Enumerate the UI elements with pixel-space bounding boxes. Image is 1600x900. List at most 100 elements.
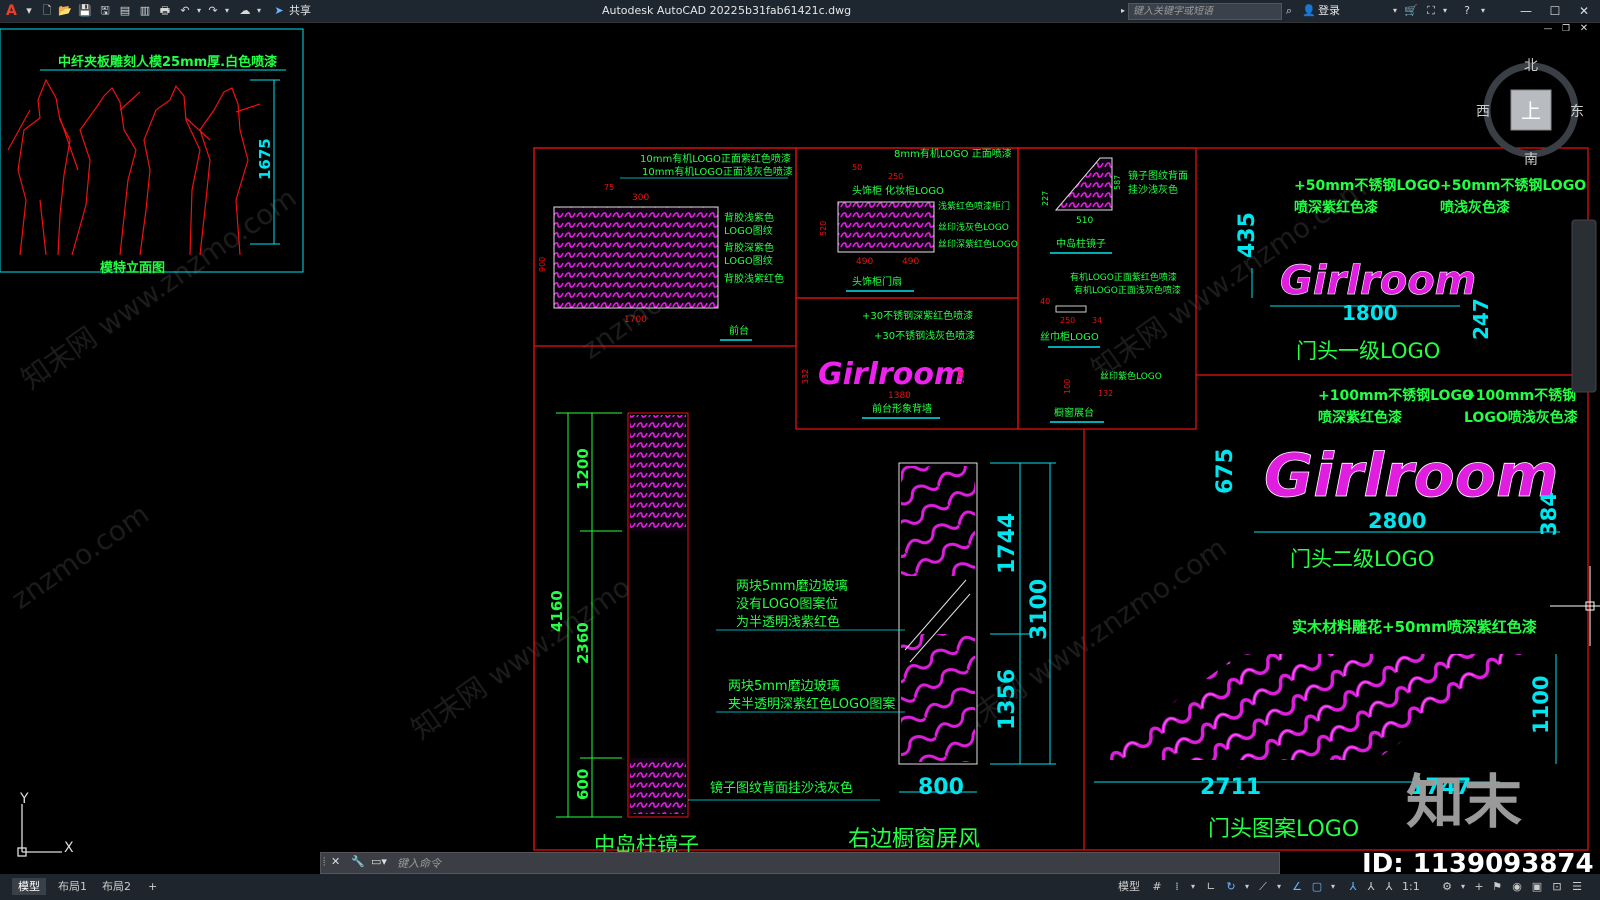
autodesk-app-icon[interactable]: ⛶ [1424,4,1438,18]
status-bar: 模型 布局1 布局2 + 模型 # ⁞ ▾ ∟ ↻ ▾ ⟋ ▾ ∠ ▢ ▾ ⅄ … [0,874,1600,900]
grip-icon[interactable]: ⦙ [323,855,325,869]
polar-icon[interactable]: ↻ [1224,880,1238,894]
help-dropdown-icon[interactable]: ▾ [1476,4,1490,18]
auto-scale-icon[interactable]: ⅄ [1364,880,1378,894]
viewcube-face-label: 上 [1521,99,1541,123]
compass-east[interactable]: 东 [1570,104,1584,120]
compass-north[interactable]: 北 [1524,58,1538,74]
object-snap-icon[interactable]: ▢ [1310,880,1324,894]
save-web-icon[interactable]: ▥ [138,4,152,18]
view-title: 前台形象背墙 [872,402,932,415]
maximize-icon[interactable]: ☐ [1545,0,1565,22]
dimension-text: 50 [852,163,862,172]
cart-icon[interactable]: 🛒 [1404,4,1418,18]
command-input[interactable]: 键入命令 [397,855,441,871]
isolate-objects-icon[interactable]: ◉ [1510,880,1524,894]
share-icon[interactable]: ➤ [272,4,286,18]
note-text: 挂沙浅灰色 [1128,183,1178,196]
model-space-button[interactable]: 模型 [1112,878,1146,895]
dimension-text: 1200 [574,448,592,490]
login-button[interactable]: 登录 [1318,0,1340,22]
open-file-icon[interactable]: 📂 [58,4,72,18]
note-text: 丝印紫色LOGO [1100,370,1162,382]
drawing-minimize-icon[interactable]: — [1538,22,1558,36]
workspace-dropdown-icon[interactable]: ▾ [1456,880,1470,894]
note-text: 有机LOGO正面浅灰色喷漆 [1074,284,1181,296]
undo-icon[interactable]: ↶ [178,4,192,18]
customize-dropdown-icon[interactable]: ▾ [252,4,266,18]
note-text: +50mm不锈钢LOGO [1440,177,1586,194]
customize-command-icon[interactable]: 🔧 [351,855,365,868]
object-snap-dropdown-icon[interactable]: ▾ [1326,880,1340,894]
tab-model[interactable]: 模型 [12,878,46,895]
recent-commands-icon[interactable]: ▭▾ [371,855,387,868]
redo-icon[interactable]: ↷ [206,4,220,18]
add-layout-button[interactable]: + [142,878,163,895]
undo-dropdown-icon[interactable]: ▾ [192,4,206,18]
annotation-monitor-icon[interactable]: + [1472,880,1486,894]
reception-desk [553,206,719,309]
window-display-detail: 100 132 丝印紫色LOGO 橱窗展台 [1050,370,1162,423]
tab-layout1[interactable]: 布局1 [52,878,93,895]
compass-west[interactable]: 西 [1476,104,1490,120]
hardware-acceleration-icon[interactable]: ▣ [1530,880,1544,894]
annotation-visibility-icon[interactable]: ⅄ [1346,880,1360,894]
clean-screen-icon[interactable]: ⊡ [1550,880,1564,894]
new-file-icon[interactable]: 🗋 [40,4,54,18]
minimize-icon[interactable]: — [1516,0,1536,22]
annotation-scale-icon[interactable]: ⅄ [1382,880,1396,894]
grid-icon[interactable]: # [1150,880,1164,894]
dimension-text: 332 [801,369,810,384]
dimension-text: 250 [888,172,903,181]
workspace-gear-icon[interactable]: ⚙ [1440,880,1454,894]
plot-icon[interactable]: 🖶 [158,4,172,18]
user-icon[interactable]: 👤 [1302,4,1316,18]
menu-dropdown-icon[interactable]: ▾ [22,4,36,18]
snap-dropdown-icon[interactable]: ▾ [1186,880,1200,894]
note-text: LOGO图纹 [724,254,773,267]
pattern-carving [1094,654,1522,760]
dimension-text: 587 [1113,175,1122,190]
close-icon[interactable]: ✕ [1574,0,1594,22]
close-command-icon[interactable]: ✕ [331,855,340,868]
note-text: +30不锈钢深紫红色喷漆 [862,309,973,322]
watermark-text: 知末网 www.znzmo.com [15,181,302,396]
share-view-icon[interactable]: ☁ [238,4,252,18]
save-icon[interactable]: 💾 [78,4,92,18]
autocad-logo-icon[interactable]: A [6,0,17,22]
app-dropdown-icon[interactable]: ▾ [1438,4,1452,18]
note-text: +30不锈钢浅灰色喷漆 [874,329,975,342]
isodraft-dropdown-icon[interactable]: ▾ [1272,880,1286,894]
drawing-close-icon[interactable]: ✕ [1574,22,1594,36]
redo-dropdown-icon[interactable]: ▾ [220,4,234,18]
login-dropdown-icon[interactable]: ▾ [1388,4,1402,18]
brand-logo: Girlroom [1264,441,1559,511]
share-button[interactable]: 共享 [289,0,311,22]
ortho-icon[interactable]: ∟ [1204,880,1218,894]
dimension-text: 4160 [548,590,566,632]
help-icon[interactable]: ? [1460,4,1474,18]
drawing-restore-icon[interactable]: ❐ [1556,22,1576,36]
note-text: 浅紫红色喷漆柜门 [938,200,1010,212]
open-web-icon[interactable]: ▤ [118,4,132,18]
tab-layout2[interactable]: 布局2 [96,878,137,895]
drawing-canvas[interactable]: 知末网 www.znzmo.com znzmo.com 知末网 www.znzm… [0,22,1600,874]
save-as-icon[interactable]: 🖫 [98,4,112,18]
search-icon[interactable]: ⌕ [1282,4,1296,18]
storefront-logo-level1: +50mm不锈钢LOGO 喷深紫红色漆 +50mm不锈钢LOGO 喷浅灰色漆 G… [1235,177,1586,363]
snap-icon[interactable]: ⁞ [1170,880,1184,894]
object-snap-tracking-icon[interactable]: ∠ [1290,880,1304,894]
note-text: 有机LOGO正面紫红色喷漆 [1070,271,1177,283]
search-input[interactable]: 键入关键字或短语 [1128,3,1282,20]
brand-logo: Girlroom [818,357,965,392]
viewcube[interactable]: 上 北 南 东 西 [1476,58,1584,168]
command-line[interactable]: ⦙ ✕ 🔧 ▭▾ 键入命令 [320,852,1280,874]
isodraft-icon[interactable]: ⟋ [1256,880,1270,894]
compass-south[interactable]: 南 [1524,152,1538,168]
note-text: 背胶深紫色 [724,241,774,254]
navigation-bar[interactable] [1571,219,1597,393]
annotation-scale-value[interactable]: 1:1 [1396,878,1426,895]
customization-icon[interactable]: ☰ [1570,880,1584,894]
units-icon[interactable]: ⚑ [1490,880,1504,894]
polar-dropdown-icon[interactable]: ▾ [1240,880,1254,894]
